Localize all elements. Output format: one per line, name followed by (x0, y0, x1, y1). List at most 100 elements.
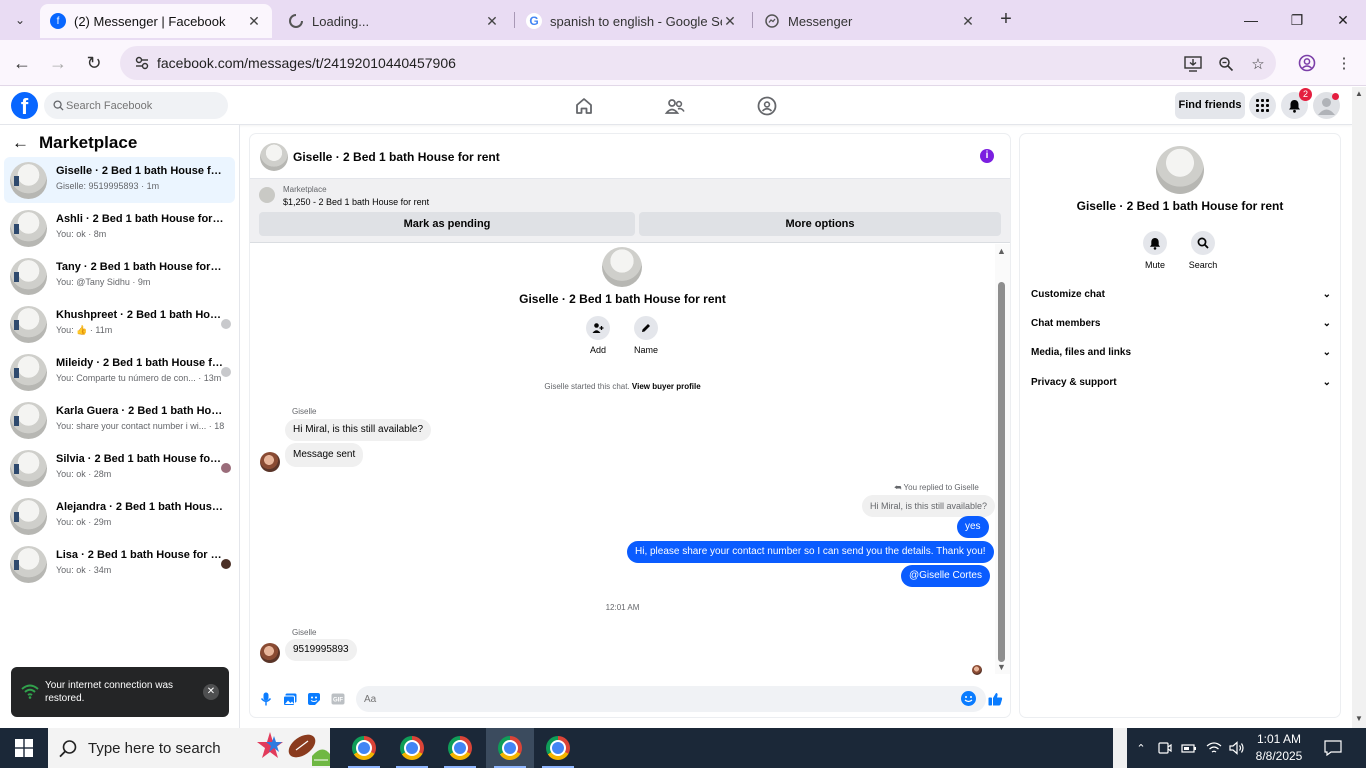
tab-close-icon[interactable]: ✕ (246, 13, 262, 30)
home-icon[interactable] (573, 95, 595, 117)
menu-grid-icon[interactable] (1249, 92, 1276, 119)
conversation-item[interactable]: Karla Guera · 2 Bed 1 bath House for ren… (4, 397, 235, 443)
taskbar-overflow-scroll[interactable] (1113, 728, 1127, 768)
facebook-search-input[interactable] (66, 92, 221, 119)
more-options-button[interactable]: More options (639, 212, 1001, 236)
meet-now-icon[interactable] (1155, 728, 1175, 768)
edit-name-button[interactable]: Name (626, 316, 666, 355)
mark-as-pending-button[interactable]: Mark as pending (259, 212, 635, 236)
outgoing-message[interactable]: Hi, please share your contact number so … (627, 541, 994, 563)
incoming-message[interactable]: Message sent (285, 443, 364, 467)
zoom-icon[interactable] (1216, 54, 1236, 74)
incoming-message[interactable]: Hi Miral, is this still available? (285, 419, 432, 441)
forward-arrow-icon[interactable]: → (46, 51, 70, 75)
tab-close-icon[interactable]: ✕ (960, 13, 976, 30)
address-bar[interactable]: facebook.com/messages/t/2419201044045790… (120, 46, 1276, 80)
quoted-message[interactable]: Hi Miral, is this still available? (862, 495, 996, 517)
gif-icon[interactable]: GIF (330, 691, 346, 707)
browser-menu-icon[interactable]: ⋮ (1334, 53, 1354, 73)
outgoing-message[interactable]: @Giselle Cortes (901, 565, 990, 587)
profile-icon[interactable] (1297, 53, 1317, 73)
scroll-up-arrow-icon[interactable]: ▲ (997, 246, 1006, 256)
conversation-item[interactable]: Lisa · 2 Bed 1 bath House for rent You: … (4, 541, 235, 587)
conversation-item[interactable]: Khushpreet · 2 Bed 1 bath House for rent… (4, 301, 235, 347)
taskbar-chrome-app[interactable] (436, 728, 484, 768)
close-window-icon[interactable]: ✕ (1320, 0, 1366, 40)
facebook-logo-icon[interactable]: f (11, 92, 38, 119)
sender-avatar[interactable] (260, 643, 280, 663)
show-hidden-icons-chevron-icon[interactable]: ⌃ (1130, 728, 1152, 768)
search-conversation-button[interactable]: Search (1183, 231, 1223, 270)
read-receipt-avatar (221, 559, 231, 569)
tab-search-menu-icon[interactable]: ⌄ (8, 8, 32, 32)
battery-icon[interactable] (1179, 728, 1199, 768)
sticker-icon[interactable] (306, 691, 322, 707)
thumbs-up-icon[interactable] (987, 691, 1003, 707)
conversation-item[interactable]: Giselle · 2 Bed 1 bath House for rent Gi… (4, 157, 235, 203)
taskbar-chrome-app[interactable] (388, 728, 436, 768)
tab-close-icon[interactable]: ✕ (484, 13, 500, 30)
back-arrow-icon[interactable]: ← (12, 133, 29, 153)
chat-avatar[interactable] (260, 143, 288, 171)
minimize-window-icon[interactable]: — (1228, 0, 1274, 40)
customize-chat-section[interactable]: Customize chat ⌄ (1031, 289, 1331, 309)
tab-messenger-facebook[interactable]: f (2) Messenger | Facebook ✕ (40, 4, 272, 38)
windows-start-icon[interactable] (0, 728, 48, 768)
toast-close-icon[interactable]: ✕ (203, 684, 219, 700)
wifi-icon[interactable] (1204, 728, 1224, 768)
conversation-info-icon[interactable]: i (980, 149, 994, 163)
conversation-item[interactable]: Alejandra · 2 Bed 1 bath House for rent … (4, 493, 235, 539)
friends-icon[interactable] (664, 95, 686, 117)
new-tab-plus-icon[interactable]: + (994, 8, 1018, 32)
taskbar-chrome-app[interactable] (534, 728, 582, 768)
reload-icon[interactable]: ↻ (82, 51, 106, 75)
tab-loading[interactable]: Loading... ✕ (278, 4, 510, 38)
media-files-links-section[interactable]: Media, files and links ⌄ (1031, 347, 1331, 367)
privacy-support-section[interactable]: Privacy & support ⌄ (1031, 377, 1331, 397)
details-avatar[interactable] (1156, 146, 1204, 194)
emoji-icon[interactable] (961, 691, 976, 706)
conversation-item[interactable]: Ashli · 2 Bed 1 bath House for rent You:… (4, 205, 235, 251)
site-settings-icon[interactable] (134, 55, 150, 71)
facebook-search[interactable] (44, 92, 228, 119)
mute-button[interactable]: Mute (1135, 231, 1175, 270)
reply-indicator: ⮪ You replied to Giselle (894, 483, 979, 492)
conversation-item[interactable]: Mileidy · 2 Bed 1 bath House for rent Yo… (4, 349, 235, 395)
outgoing-message[interactable]: yes (957, 516, 989, 538)
notification-center-icon[interactable] (1318, 728, 1348, 768)
install-app-icon[interactable] (1183, 54, 1203, 74)
chat-title[interactable]: Giselle · 2 Bed 1 bath House for rent (293, 150, 500, 164)
tab-close-icon[interactable]: ✕ (722, 13, 738, 30)
listing-price-title[interactable]: $1,250 - 2 Bed 1 bath House for rent (283, 197, 429, 207)
thread-scrollbar[interactable]: ▲ ▼ (995, 244, 1010, 674)
taskbar-chrome-app[interactable] (340, 728, 388, 768)
chat-members-section[interactable]: Chat members ⌄ (1031, 318, 1331, 338)
conversation-item[interactable]: Tany · 2 Bed 1 bath House for rent You: … (4, 253, 235, 299)
bookmark-star-icon[interactable]: ☆ (1248, 54, 1268, 74)
restore-window-icon[interactable]: ❐ (1274, 0, 1320, 40)
message-input[interactable] (356, 686, 986, 712)
volume-icon[interactable] (1227, 728, 1247, 768)
sender-avatar[interactable] (260, 452, 280, 472)
tab-google-search[interactable]: G spanish to english - Google Sea ✕ (516, 4, 748, 38)
photo-icon[interactable] (282, 691, 298, 707)
add-people-button[interactable]: Add (578, 316, 618, 355)
taskbar-clock[interactable]: 1:01 AM 8/8/2025 (1246, 731, 1312, 765)
conversation-item[interactable]: Silvia · 2 Bed 1 bath House for rent You… (4, 445, 235, 491)
chevron-down-icon: ⌄ (1322, 318, 1331, 329)
scroll-up-arrow-icon[interactable]: ▲ (1355, 89, 1363, 98)
scrollbar-thumb[interactable] (998, 282, 1005, 662)
taskbar-chrome-app-active[interactable] (486, 728, 534, 768)
incoming-message[interactable]: 9519995893 (285, 639, 357, 661)
listing-thumbnail (259, 187, 275, 203)
groups-icon[interactable] (756, 95, 778, 117)
taskbar-search-box[interactable]: Type here to search (48, 728, 330, 768)
scroll-down-arrow-icon[interactable]: ▼ (997, 662, 1006, 672)
find-friends-button[interactable]: Find friends (1175, 92, 1245, 119)
view-buyer-profile-link[interactable]: View buyer profile (632, 382, 701, 391)
back-arrow-icon[interactable]: ← (10, 51, 34, 75)
page-scrollbar[interactable]: ▲ ▼ (1352, 87, 1366, 728)
tab-messenger[interactable]: Messenger ✕ (754, 4, 986, 38)
scroll-down-arrow-icon[interactable]: ▼ (1355, 714, 1363, 723)
microphone-icon[interactable] (258, 691, 274, 707)
